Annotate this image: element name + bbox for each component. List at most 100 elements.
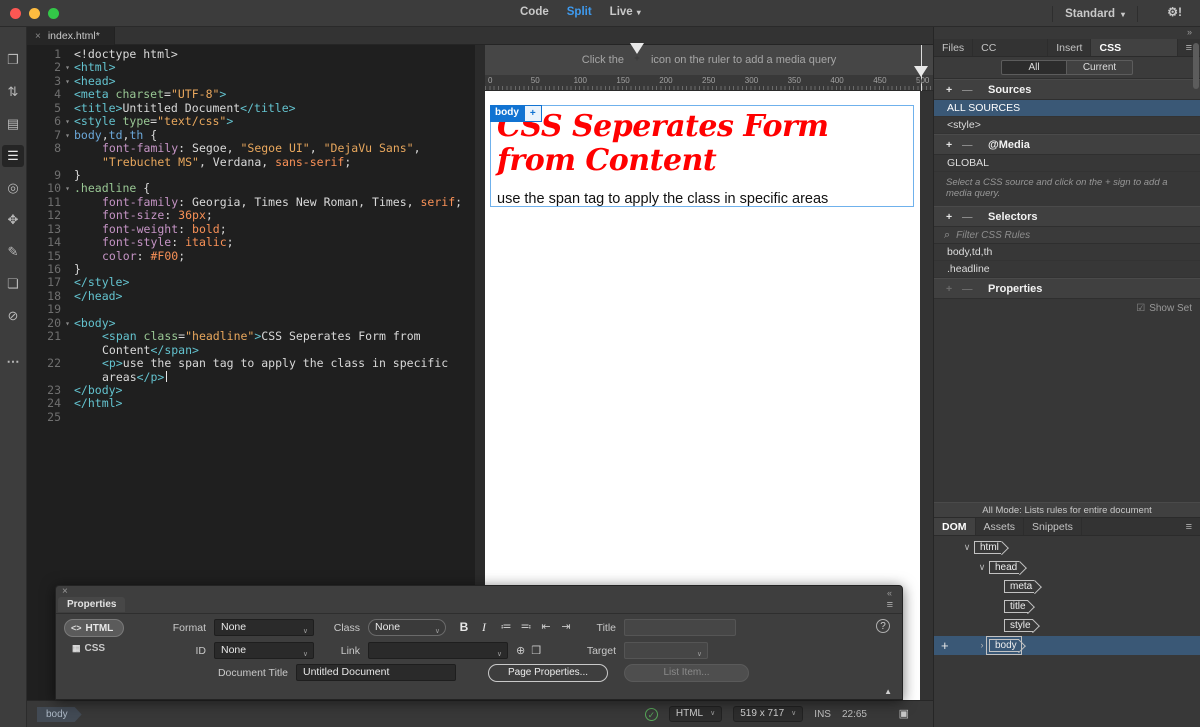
code-line[interactable]: 2▾<html> xyxy=(27,61,475,74)
selected-body-outline[interactable]: body + CSS Seperates Form from Content u… xyxy=(490,105,914,207)
code-line[interactable]: 9} xyxy=(27,169,475,182)
live-view-scrollbar[interactable] xyxy=(920,91,933,700)
tree-expander-icon[interactable]: ∨ xyxy=(960,542,974,553)
dom-node-style[interactable]: style xyxy=(934,616,1200,636)
code-line[interactable]: 14font-style: italic; xyxy=(27,236,475,249)
add-element-button[interactable]: + xyxy=(524,105,542,122)
browse-folder-icon[interactable]: ❒ xyxy=(531,644,541,657)
dom-node-meta[interactable]: meta xyxy=(934,577,1200,597)
collapse-panel-icon[interactable]: « xyxy=(887,588,892,598)
code-line[interactable]: 18</head> xyxy=(27,290,475,303)
tag-pill-style[interactable]: style xyxy=(1004,619,1033,632)
tag-pill-meta[interactable]: meta xyxy=(1004,580,1034,593)
document-title-input[interactable]: Untitled Document xyxy=(296,664,456,681)
code-line[interactable]: 6▾<style type="text/css"> xyxy=(27,115,475,128)
rendered-paragraph[interactable]: use the span tag to apply the class in s… xyxy=(497,191,907,207)
tag-pill-title[interactable]: title xyxy=(1004,600,1028,613)
code-line[interactable]: 22<p>use the span tag to apply the class… xyxy=(27,357,475,370)
remove-media-icon[interactable]: — xyxy=(962,139,988,151)
unordered-list-icon[interactable]: ≔ xyxy=(498,620,514,633)
code-line[interactable]: 8font-family: Segoe, "Segoe UI", "DejaVu… xyxy=(27,142,475,155)
sync-settings-button[interactable]: ⚙! xyxy=(1167,5,1182,19)
code-line[interactable]: 10▾.headline { xyxy=(27,182,475,195)
point-to-file-icon[interactable]: ⊕ xyxy=(516,644,525,657)
workspace-switcher[interactable]: Standard▾ xyxy=(1052,6,1138,22)
panel-scrollbar[interactable] xyxy=(1193,43,1199,89)
italic-button[interactable]: I xyxy=(476,620,492,635)
panel-tab-files[interactable]: Files xyxy=(934,39,973,56)
code-line[interactable]: 4<meta charset="UTF-8"> xyxy=(27,88,475,101)
code-line[interactable]: 17</style> xyxy=(27,276,475,289)
element-badge-label[interactable]: body xyxy=(490,105,524,122)
extract-icon[interactable]: ✥ xyxy=(2,209,24,231)
panel-menu-icon[interactable]: ≡ xyxy=(887,599,893,611)
linting-icon[interactable]: ◎ xyxy=(2,177,24,199)
collapse-panels-icon[interactable]: » xyxy=(1187,27,1192,37)
minimize-window-icon[interactable] xyxy=(29,8,40,19)
code-line[interactable]: 7▾body,td,th { xyxy=(27,129,475,142)
checkbox-checked-icon[interactable]: ☑ xyxy=(1136,303,1145,314)
show-set-toggle[interactable]: ☑Show Set xyxy=(934,299,1200,318)
code-line[interactable]: 19 xyxy=(27,303,475,316)
dom-tab-dom[interactable]: DOM xyxy=(934,518,976,535)
code-line[interactable]: "Trebuchet MS", Verdana, sans-serif; xyxy=(27,156,475,169)
window-size-dropdown[interactable]: 519 x 717∨ xyxy=(733,706,803,722)
properties-panel-tab[interactable]: Properties xyxy=(58,597,125,612)
add-element-icon[interactable]: + xyxy=(941,638,949,653)
remove-comment-icon[interactable]: ⊘ xyxy=(2,305,24,327)
edit-tools-icon[interactable]: ✎ xyxy=(2,241,24,263)
code-view-button[interactable]: Code xyxy=(520,6,549,18)
css-mode-button[interactable]: ▦ CSS xyxy=(72,643,105,654)
ruler[interactable]: 050100150200250300350400450500 xyxy=(485,75,933,91)
tree-expander-icon[interactable]: › xyxy=(975,640,989,650)
dom-node-body[interactable]: + ›body xyxy=(934,636,1200,656)
link-input[interactable]: ∨ xyxy=(368,642,508,659)
tag-pill-html[interactable]: html xyxy=(974,541,1001,554)
add-media-icon[interactable]: + xyxy=(946,139,962,151)
media-item[interactable]: GLOBAL xyxy=(934,155,1200,172)
all-mode-button[interactable]: All xyxy=(1001,60,1067,75)
code-line[interactable]: 11font-family: Georgia, Times New Roman,… xyxy=(27,196,475,209)
code-line[interactable]: 16} xyxy=(27,263,475,276)
code-line[interactable]: 12font-size: 36px; xyxy=(27,209,475,222)
code-line[interactable]: 3▾<head> xyxy=(27,75,475,88)
maximize-window-icon[interactable] xyxy=(48,8,59,19)
panel-tab-insert[interactable]: Insert xyxy=(1048,39,1091,56)
tree-expander-icon[interactable]: ∨ xyxy=(975,562,989,573)
split-view-button[interactable]: Split xyxy=(567,6,592,18)
format-dropdown[interactable]: None∨ xyxy=(214,619,314,636)
remove-selector-icon[interactable]: — xyxy=(962,211,988,223)
title-input[interactable] xyxy=(624,619,736,636)
tag-pill-head[interactable]: head xyxy=(989,561,1019,574)
code-line[interactable]: 5<title>Untitled Document</title> xyxy=(27,102,475,115)
code-line[interactable]: areas</p> xyxy=(27,371,475,384)
live-view-options-icon[interactable]: ▤ xyxy=(2,113,24,135)
code-line[interactable]: 15color: #F00; xyxy=(27,250,475,263)
expand-panel-icon[interactable]: ▲ xyxy=(884,687,892,696)
page-properties-button[interactable]: Page Properties... xyxy=(488,664,608,682)
code-line[interactable]: 20▾<body> xyxy=(27,317,475,330)
source-item[interactable]: <style> xyxy=(934,117,1200,134)
code-line[interactable]: 23</body> xyxy=(27,384,475,397)
panel-tab-css-designer[interactable]: CSS Designer xyxy=(1091,39,1177,56)
close-panel-icon[interactable]: × xyxy=(62,586,68,597)
filter-css-rules-input[interactable]: ⌕ Filter CSS Rules xyxy=(934,227,1200,244)
panel-menu-icon[interactable]: ≡ xyxy=(1178,518,1200,535)
help-icon[interactable]: ? xyxy=(876,619,890,633)
remove-source-icon[interactable]: — xyxy=(962,84,988,96)
selector-item[interactable]: body,td,th xyxy=(934,244,1200,261)
current-mode-button[interactable]: Current xyxy=(1067,60,1133,75)
panel-tab-cc-libraries[interactable]: CC Libraries xyxy=(973,39,1048,56)
close-window-icon[interactable] xyxy=(10,8,21,19)
html-mode-button[interactable]: <> HTML xyxy=(64,619,124,637)
dom-tab-snippets[interactable]: Snippets xyxy=(1024,518,1082,535)
ordered-list-icon[interactable]: ≕ xyxy=(518,620,534,633)
code-line[interactable]: 13font-weight: bold; xyxy=(27,223,475,236)
tag-pill-body[interactable]: body xyxy=(989,639,1019,652)
dom-node-head[interactable]: ∨head xyxy=(934,558,1200,578)
add-source-icon[interactable]: + xyxy=(946,84,962,96)
code-line[interactable]: Content</span> xyxy=(27,344,475,357)
bold-button[interactable]: B xyxy=(456,620,472,634)
outdent-icon[interactable]: ⇤ xyxy=(538,620,554,633)
live-view-button[interactable]: Live▾ xyxy=(610,6,641,18)
